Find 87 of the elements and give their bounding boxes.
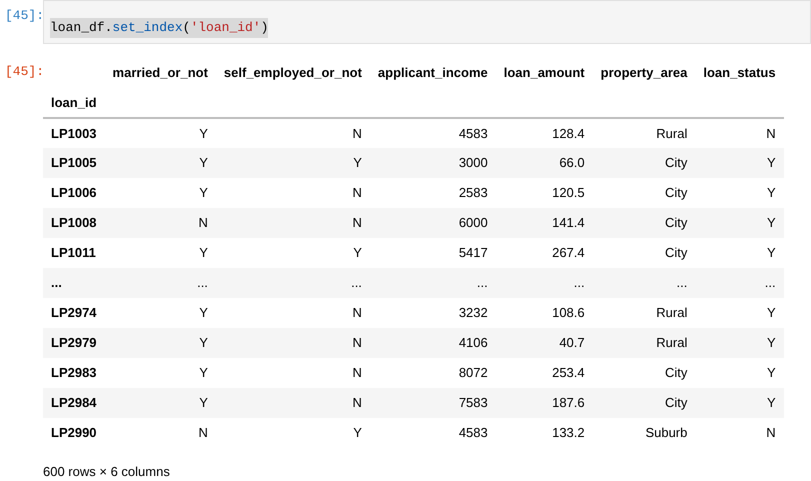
row-index: LP1005 bbox=[43, 148, 105, 178]
table-cell: N bbox=[104, 208, 216, 238]
table-cell: Y bbox=[104, 118, 216, 148]
table-cell: Y bbox=[104, 238, 216, 268]
input-prompt: [45]: bbox=[4, 7, 43, 25]
table-cell: Y bbox=[695, 178, 784, 208]
table-cell: ... bbox=[695, 268, 784, 298]
table-cell: 4583 bbox=[370, 118, 496, 148]
table-cell: Y bbox=[695, 388, 784, 418]
table-cell: N bbox=[216, 208, 370, 238]
table-cell: 108.6 bbox=[496, 298, 593, 328]
row-index: LP2984 bbox=[43, 388, 105, 418]
row-index: LP1011 bbox=[43, 238, 105, 268]
table-cell: N bbox=[216, 358, 370, 388]
table-cell: Y bbox=[695, 148, 784, 178]
row-index: LP2990 bbox=[43, 418, 105, 448]
table-cell: N bbox=[216, 328, 370, 358]
index-header: loan_id bbox=[43, 88, 105, 118]
table-cell: Y bbox=[104, 358, 216, 388]
column-header: married_or_not bbox=[112, 64, 209, 82]
table-cell: ... bbox=[496, 268, 593, 298]
row-index: LP1003 bbox=[43, 118, 105, 148]
table-cell: City bbox=[592, 148, 696, 178]
table-cell: Y bbox=[695, 328, 784, 358]
table-cell: 5417 bbox=[370, 238, 496, 268]
table-cell: 4106 bbox=[370, 328, 496, 358]
table-cell: Y bbox=[104, 388, 216, 418]
column-header: loan_status bbox=[702, 64, 777, 82]
table-cell: Y bbox=[216, 238, 370, 268]
table-cell: Y bbox=[104, 328, 216, 358]
table-cell: 4583 bbox=[370, 418, 496, 448]
table-cell: ... bbox=[592, 268, 696, 298]
table-cell: 8072 bbox=[370, 358, 496, 388]
table-cell: 66.0 bbox=[496, 148, 593, 178]
table-cell: N bbox=[216, 298, 370, 328]
table-cell: Y bbox=[695, 238, 784, 268]
row-index: LP1008 bbox=[43, 208, 105, 238]
row-index: LP2974 bbox=[43, 298, 105, 328]
table-cell: 2583 bbox=[370, 178, 496, 208]
column-header: property_area bbox=[600, 64, 688, 82]
table-cell: 141.4 bbox=[496, 208, 593, 238]
table-cell: 267.4 bbox=[496, 238, 593, 268]
table-cell: Rural bbox=[592, 118, 696, 148]
table-cell: 7583 bbox=[370, 388, 496, 418]
table-cell: City bbox=[592, 238, 696, 268]
table-cell: N bbox=[216, 388, 370, 418]
table-cell: N bbox=[104, 418, 216, 448]
row-index: LP1006 bbox=[43, 178, 105, 208]
row-index: ... bbox=[43, 268, 105, 298]
table-cell: ... bbox=[104, 268, 216, 298]
table-cell: Y bbox=[695, 358, 784, 388]
table-cell: Rural bbox=[592, 298, 696, 328]
table-cell: 133.2 bbox=[496, 418, 593, 448]
table-cell: Y bbox=[104, 178, 216, 208]
table-cell: Y bbox=[216, 148, 370, 178]
column-header: applicant_income bbox=[376, 64, 489, 82]
shape-summary: 600 rows × 6 columns bbox=[43, 463, 171, 481]
table-cell: 40.7 bbox=[496, 328, 593, 358]
table-cell: 6000 bbox=[370, 208, 496, 238]
table-cell: N bbox=[216, 118, 370, 148]
table-cell: City bbox=[592, 178, 696, 208]
table-cell: City bbox=[592, 208, 696, 238]
row-index: LP2979 bbox=[43, 328, 105, 358]
table-cell: Y bbox=[695, 298, 784, 328]
table-cell: 120.5 bbox=[496, 178, 593, 208]
table-cell: 187.6 bbox=[496, 388, 593, 418]
table-cell: ... bbox=[370, 268, 496, 298]
table-cell: City bbox=[592, 358, 696, 388]
table-cell: ... bbox=[216, 268, 370, 298]
output-prompt: [45]: bbox=[4, 63, 43, 81]
table-cell: 3232 bbox=[370, 298, 496, 328]
table-cell: Suburb bbox=[592, 418, 696, 448]
table-cell: 128.4 bbox=[496, 118, 593, 148]
table-cell: N bbox=[695, 118, 784, 148]
table-cell: Y bbox=[104, 148, 216, 178]
table-cell: 3000 bbox=[370, 148, 496, 178]
table-cell: Rural bbox=[592, 328, 696, 358]
table-cell: City bbox=[592, 388, 696, 418]
column-header: self_employed_or_not bbox=[222, 64, 363, 82]
table-cell: Y bbox=[216, 418, 370, 448]
row-index: LP2983 bbox=[43, 358, 105, 388]
column-header: loan_amount bbox=[502, 64, 586, 82]
table-cell: N bbox=[216, 178, 370, 208]
table-cell: N bbox=[695, 418, 784, 448]
table-cell: Y bbox=[104, 298, 216, 328]
table-cell: Y bbox=[695, 208, 784, 238]
table-cell: 253.4 bbox=[496, 358, 593, 388]
